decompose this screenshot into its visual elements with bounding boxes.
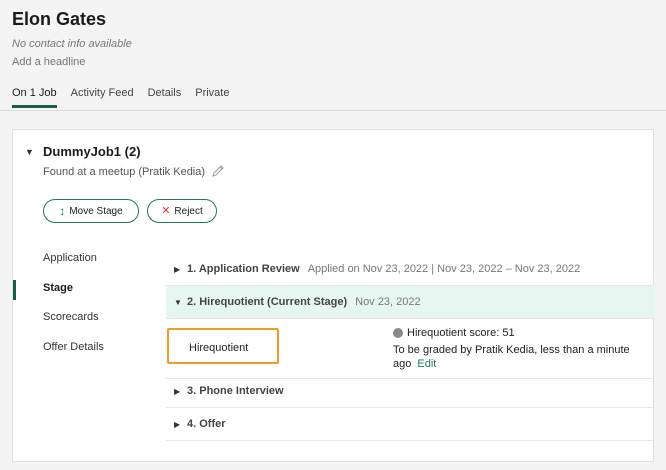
score-text: Hirequotient score: 51 (407, 327, 515, 339)
stage-dates: Applied on Nov 23, 2022 | Nov 23, 2022 –… (307, 263, 581, 275)
stage-row-hirequotient[interactable]: ▼ 2. Hirequotient (Current Stage) Nov 23… (166, 286, 655, 319)
tab-activity-feed[interactable]: Activity Feed (71, 87, 134, 108)
expand-caret-icon: ▶ (174, 386, 181, 396)
contact-info: No contact info available (12, 38, 132, 50)
move-stage-label: Move Stage (69, 205, 123, 217)
sidebar-active-indicator (13, 280, 16, 300)
interview-name[interactable]: Hirequotient (189, 342, 248, 354)
move-stage-button[interactable]: ↕ Move Stage (43, 199, 139, 223)
stage-title: 2. Hirequotient (Current Stage) (187, 296, 348, 308)
score-line: Hirequotient score: 51 (393, 327, 515, 339)
sidebar-item-application[interactable]: Application (43, 252, 97, 264)
reject-label: Reject (174, 205, 203, 217)
collapse-caret-icon: ▼ (174, 297, 182, 307)
reject-button[interactable]: ✕ Reject (147, 199, 217, 223)
candidate-header: Elon Gates No contact info available Add… (0, 0, 666, 118)
edit-link[interactable]: Edit (417, 358, 436, 370)
job-source: Found at a meetup (Pratik Kedia) (43, 166, 206, 178)
job-card: ▼ DummyJob1 (2) Found at a meetup (Prati… (12, 129, 655, 462)
sidebar-item-stage[interactable]: Stage (43, 282, 73, 294)
candidate-name: Elon Gates (12, 9, 107, 29)
stage-dates: Nov 23, 2022 (355, 296, 421, 308)
tab-on-1-job[interactable]: On 1 Job (12, 87, 57, 108)
stage-title: 1. Application Review (187, 263, 300, 275)
stage-row-application-review[interactable]: ▶ 1. Application Review Applied on Nov 2… (166, 253, 655, 286)
stage-row-phone-interview[interactable]: ▶ 3. Phone Interview (166, 375, 655, 408)
stage-title: 3. Phone Interview (187, 385, 284, 397)
pencil-edit-icon[interactable] (211, 164, 225, 178)
expand-caret-icon: ▶ (174, 419, 181, 429)
status-dot-icon (393, 328, 403, 338)
up-down-arrow-icon: ↕ (59, 204, 66, 218)
expand-caret-icon: ▶ (174, 264, 181, 274)
profile-tabs: On 1 Job Activity Feed Details Private (12, 87, 229, 108)
header-divider (0, 110, 666, 111)
close-icon: ✕ (161, 204, 171, 217)
tab-details[interactable]: Details (148, 87, 182, 108)
add-headline-link[interactable]: Add a headline (12, 56, 85, 68)
job-collapse-caret-icon[interactable]: ▼ (25, 147, 34, 157)
job-title[interactable]: DummyJob1 (2) (43, 144, 141, 159)
graded-text: To be graded by Pratik Kedia, less than … (393, 343, 648, 371)
tab-private[interactable]: Private (195, 87, 229, 108)
stage-detail: Hirequotient Hirequotient score: 51 To b… (166, 325, 655, 379)
stage-title: 4. Offer (187, 418, 226, 430)
sidebar-item-offer-details[interactable]: Offer Details (43, 341, 104, 353)
sidebar-item-scorecards[interactable]: Scorecards (43, 311, 99, 323)
stage-row-offer[interactable]: ▶ 4. Offer (166, 408, 655, 441)
